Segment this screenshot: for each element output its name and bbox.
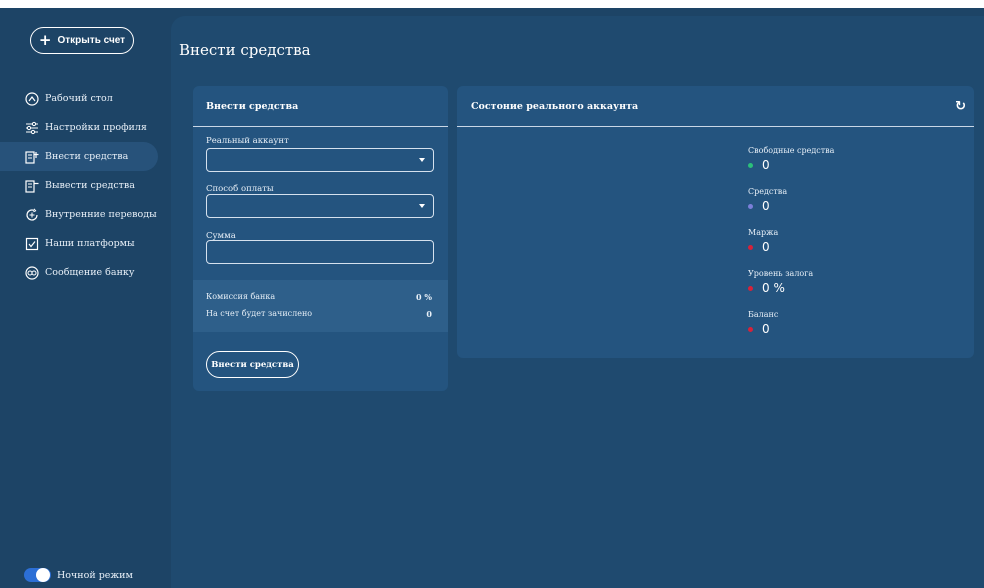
sidebar-item-label: Рабочий стол (45, 93, 113, 104)
stat-balance: Баланс 0 (748, 310, 948, 351)
deposit-card-title: Внести средства (193, 86, 448, 127)
platform-icon (25, 237, 39, 251)
fee-summary: Комиссия банка 0 % На счет будет зачисле… (193, 280, 448, 332)
account-label: Реальный аккаунт (206, 136, 289, 146)
sidebar-item-deposit[interactable]: Внести средства (0, 142, 158, 171)
commission-row: Комиссия банка 0 % (206, 292, 432, 302)
credited-label: На счет будет зачислено (206, 309, 313, 318)
account-select[interactable] (206, 148, 434, 172)
app-root: + Открыть счет Рабочий стол Настройки пр… (0, 8, 984, 588)
sidebar-item-withdraw[interactable]: Вывести средства (0, 171, 158, 200)
stat-value: 0 (762, 199, 770, 213)
plus-icon: + (38, 31, 52, 49)
amount-input[interactable] (206, 240, 434, 264)
chevron-down-icon (419, 204, 425, 208)
credited-row: На счет будет зачислено 0 (206, 309, 432, 319)
deposit-submit-button[interactable]: Внести средства (206, 351, 299, 378)
red-dot-icon (748, 285, 753, 291)
sidebar-item-message-bank[interactable]: Сообщение банку (0, 258, 158, 287)
stat-value: 0 % (762, 281, 785, 295)
payment-method-select[interactable] (206, 194, 434, 218)
stat-label: Свободные средства (748, 146, 835, 155)
credited-value: 0 (426, 309, 432, 319)
page-title: Внести средства (179, 41, 311, 59)
main-content: Внести средства Внести средства Реальный… (171, 16, 984, 588)
message-icon (25, 265, 39, 280)
sidebar-item-internal-transfers[interactable]: Внутренние переводы (0, 200, 158, 229)
account-status-card: Состоние реального аккаунта ↻ Свободные … (457, 86, 974, 358)
account-stats: Свободные средства 0 Средства 0 Маржа 0 … (748, 146, 948, 351)
refresh-icon[interactable]: ↻ (955, 99, 966, 114)
transfer-icon (25, 207, 39, 222)
stat-value: 0 (762, 322, 770, 336)
sidebar-item-label: Наши платформы (45, 238, 135, 249)
stat-margin: Маржа 0 (748, 228, 948, 269)
sidebar-item-label: Сообщение банку (45, 267, 135, 278)
sidebar-item-profile-settings[interactable]: Настройки профиля (0, 113, 158, 142)
open-account-label: Открыть счет (57, 35, 126, 46)
sidebar-item-dashboard[interactable]: Рабочий стол (0, 84, 158, 113)
sliders-icon (25, 121, 39, 135)
night-mode-toggle[interactable] (24, 568, 51, 582)
sidebar-item-label: Внутренние переводы (45, 209, 157, 220)
dashboard-icon (25, 91, 39, 106)
stat-label: Уровень залога (748, 269, 814, 278)
deposit-card: Внести средства Реальный аккаунт Способ … (193, 86, 448, 391)
sidebar-item-label: Вывести средства (45, 180, 135, 191)
deposit-icon (25, 150, 39, 164)
stat-label: Маржа (748, 228, 779, 237)
commission-value: 0 % (416, 292, 432, 302)
stat-funds: Средства 0 (748, 187, 948, 228)
withdraw-icon (25, 179, 39, 193)
account-status-header: Состоние реального аккаунта ↻ (457, 86, 974, 127)
open-account-button[interactable]: + Открыть счет (30, 27, 134, 54)
stat-label: Средства (748, 187, 788, 196)
night-mode-row: Ночной режим (24, 568, 133, 582)
sidebar-item-platforms[interactable]: Наши платформы (0, 229, 158, 258)
stat-margin-level: Уровень залога 0 % (748, 269, 948, 310)
account-status-title: Состоние реального аккаунта (471, 100, 639, 112)
stat-value: 0 (762, 240, 770, 254)
sidebar-nav: Рабочий стол Настройки профиля Внести ср… (0, 84, 158, 287)
stat-label: Баланс (748, 310, 779, 319)
commission-label: Комиссия банка (206, 292, 276, 301)
sidebar-item-label: Настройки профиля (45, 122, 147, 133)
toggle-knob (36, 568, 50, 582)
stat-value: 0 (762, 158, 770, 172)
red-dot-icon (748, 326, 753, 332)
sidebar: + Открыть счет Рабочий стол Настройки пр… (0, 8, 171, 588)
night-mode-label: Ночной режим (57, 569, 133, 581)
method-label: Способ оплаты (206, 184, 274, 194)
purple-dot-icon (748, 203, 753, 209)
chevron-down-icon (419, 158, 425, 162)
green-dot-icon (748, 162, 753, 168)
sidebar-item-label: Внести средства (45, 151, 129, 162)
stat-free-funds: Свободные средства 0 (748, 146, 948, 187)
red-dot-icon (748, 244, 753, 250)
